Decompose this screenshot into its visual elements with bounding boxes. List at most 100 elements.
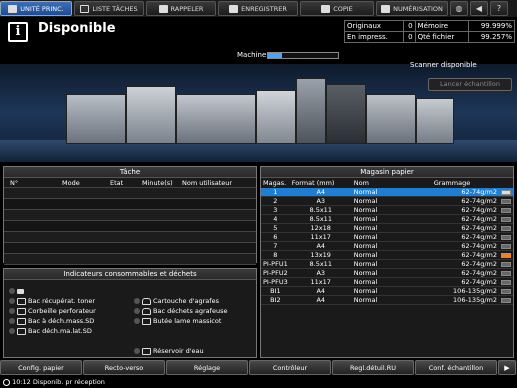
magasin-rows: 1 A4 Normal 62-74g/m2 2 A3 Normal 62-74g/m2 3 8.5… xyxy=(261,188,513,305)
bottom-button-bar: Config. papier Recto-verso Réglage Contr… xyxy=(0,360,517,375)
tab-liste-taches[interactable]: LISTE TÂCHES xyxy=(74,1,144,16)
recto-verso-button[interactable]: Recto-verso xyxy=(83,360,165,375)
impress-label: En impress. xyxy=(344,31,404,43)
tray-paper-name: Normal xyxy=(351,241,432,251)
table-row[interactable]: PI-PFU3 11x17 Normal 62-74g/m2 xyxy=(261,277,513,287)
next-arrow-icon[interactable]: ▶ xyxy=(498,360,516,375)
tab-unite-princ[interactable]: UNITÉ PRINC. xyxy=(0,1,72,16)
indicator-label: Bac déch.ma.lat.SD xyxy=(28,327,92,335)
tray-id: 4 xyxy=(261,214,290,224)
top-tab-bar: UNITÉ PRINC. LISTE TÂCHES RAPPELER ENREG… xyxy=(0,0,517,17)
machine-unit xyxy=(66,94,126,144)
table-row[interactable]: 3 8.5x11 Normal 62-74g/m2 xyxy=(261,205,513,215)
tache-panel: Tâche N° Mode Etat Minute(s) Nom utilisa… xyxy=(3,166,257,265)
tray-paper-name: Normal xyxy=(351,196,432,206)
magasin-panel: Magasin papier Magas. Format (mm) Nom Gr… xyxy=(260,166,514,358)
machine-progress-bar xyxy=(267,52,339,59)
config-papier-button[interactable]: Config. papier xyxy=(0,360,82,375)
table-row[interactable]: 2 A3 Normal 62-74g/m2 xyxy=(261,196,513,206)
tray-id: PI-PFU2 xyxy=(261,268,290,278)
table-row[interactable] xyxy=(4,254,256,265)
table-row[interactable]: 6 11x17 Normal 62-74g/m2 xyxy=(261,232,513,242)
table-row[interactable]: 1 A4 Normal 62-74g/m2 xyxy=(261,188,513,197)
indicator-item: Bac récupérat. toner xyxy=(9,296,95,306)
tray-format: 11x17 xyxy=(289,277,352,287)
table-row[interactable]: 4 8.5x11 Normal 62-74g/m2 xyxy=(261,214,513,224)
controleur-button[interactable]: Contrôleur xyxy=(249,360,331,375)
status-dot xyxy=(9,318,15,324)
globe-icon[interactable]: ◍ xyxy=(450,1,468,16)
paper-level-icon xyxy=(501,189,511,195)
tab-numerisation[interactable]: NUMÉRISATION xyxy=(376,1,448,16)
tab-rappeler[interactable]: RAPPELER xyxy=(146,1,216,16)
regl-detuil-ru-button[interactable]: Regl.détuil.RU xyxy=(332,360,414,375)
list-icon xyxy=(80,4,90,13)
volume-icon[interactable]: ◀ xyxy=(470,1,488,16)
memoire-value: 99.999% xyxy=(467,20,516,32)
status-text: Disponib. pr réception xyxy=(32,378,105,386)
tray-level xyxy=(499,286,513,296)
indicator-label: Bac récupérat. toner xyxy=(28,297,96,305)
table-row[interactable]: BI1 A4 Normal 106-135g/m2 xyxy=(261,286,513,296)
table-row[interactable]: PI-PFU1 8.5x11 Normal 62-74g/m2 xyxy=(261,259,513,269)
tray-format: 12x18 xyxy=(289,223,352,233)
table-row[interactable] xyxy=(4,210,256,221)
paper-level-icon xyxy=(501,288,511,294)
originaux-value: 0 xyxy=(402,20,416,32)
impress-value: 0 xyxy=(402,31,416,43)
table-row[interactable]: 8 13x19 Normal 62-74g/m2 xyxy=(261,250,513,260)
table-row[interactable]: 7 A4 Normal 62-74g/m2 xyxy=(261,241,513,251)
lancer-echantillon-button[interactable]: Lancer échantillon xyxy=(428,78,512,91)
indicator-label: Corbeille perforateur xyxy=(28,307,96,315)
tray-paper-name: Normal xyxy=(351,277,432,287)
machine-unit xyxy=(296,78,326,144)
tray-paper-name: Normal xyxy=(351,188,432,197)
tray-paper-name: Normal xyxy=(351,295,432,305)
conf-echantillon-button[interactable]: Conf. échantillon xyxy=(415,360,497,375)
tache-title: Tâche xyxy=(4,167,256,178)
table-row[interactable] xyxy=(4,221,256,232)
table-row[interactable] xyxy=(4,199,256,210)
status-dot xyxy=(9,298,15,304)
tray-paper-name: Normal xyxy=(351,223,432,233)
toner-box-icon xyxy=(17,297,26,305)
tray-grammage: 62-74g/m2 xyxy=(431,241,499,251)
tray-level xyxy=(499,205,513,215)
magasin-col-format: Format (mm) xyxy=(291,179,335,187)
paper-level-icon xyxy=(501,261,511,267)
indicateurs-panel: Indicateurs consommables et déchets Bac … xyxy=(3,268,257,358)
tache-col-etat: Etat xyxy=(110,179,124,187)
indicator-item: Réservoir d'eau xyxy=(134,346,204,356)
tray-level xyxy=(499,214,513,224)
staple-icon xyxy=(142,297,151,305)
machine-unit xyxy=(366,94,416,144)
magasin-title: Magasin papier xyxy=(261,167,513,178)
tache-columns: N° Mode Etat Minute(s) Nom utilisateur xyxy=(4,178,256,188)
paper-level-icon xyxy=(501,234,511,240)
table-row[interactable] xyxy=(4,188,256,199)
tab-enregistrer[interactable]: ENREGISTRER xyxy=(218,1,298,16)
table-row[interactable]: 5 12x18 Normal 62-74g/m2 xyxy=(261,223,513,233)
tray-format: A4 xyxy=(289,188,352,197)
paper-level-icon xyxy=(501,270,511,276)
indicator-item: Bac à déch.mass.SD xyxy=(9,316,94,326)
paper-level-icon xyxy=(501,216,511,222)
reglage-button[interactable]: Réglage xyxy=(166,360,248,375)
tray-format: A4 xyxy=(289,295,352,305)
status-dot xyxy=(134,318,140,324)
help-icon[interactable]: ? xyxy=(490,1,508,16)
table-row[interactable] xyxy=(4,232,256,243)
blade-icon xyxy=(142,317,151,325)
status-dot xyxy=(134,308,140,314)
tray-level xyxy=(499,277,513,287)
machine-label: Machine xyxy=(237,51,267,59)
tache-col-user: Nom utilisateur xyxy=(182,179,233,187)
tray-grammage: 62-74g/m2 xyxy=(431,268,499,278)
staple-waste-icon xyxy=(142,307,151,315)
table-row[interactable]: PI-PFU2 A3 Normal 62-74g/m2 xyxy=(261,268,513,278)
paper-level-icon xyxy=(501,297,511,303)
scan-icon xyxy=(381,4,391,13)
tab-copie[interactable]: COPIE xyxy=(300,1,374,16)
table-row[interactable] xyxy=(4,243,256,254)
table-row[interactable]: BI2 A4 Normal 106-135g/m2 xyxy=(261,295,513,305)
